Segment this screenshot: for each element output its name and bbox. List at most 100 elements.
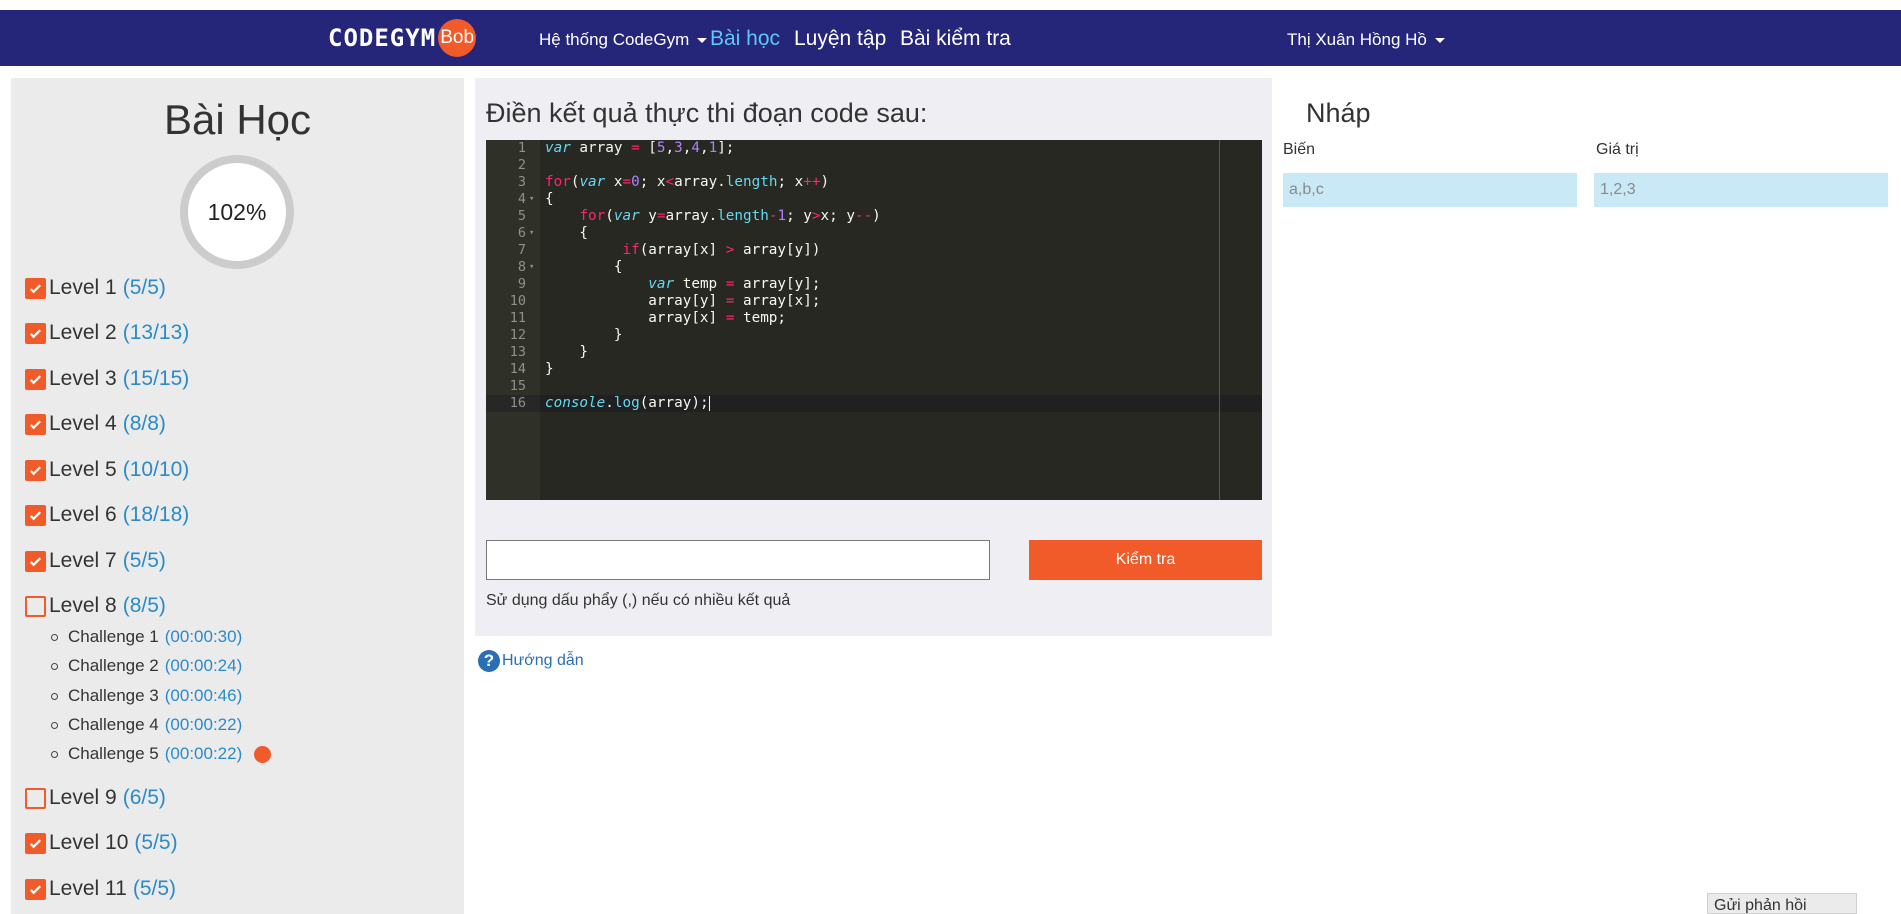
level-label: Level 10 — [49, 831, 129, 854]
code-line: { — [545, 191, 554, 207]
nav-tests[interactable]: Bài kiểm tra — [900, 27, 1011, 51]
checkbox-checked-icon[interactable] — [25, 459, 46, 481]
checkbox-checked-icon[interactable] — [25, 504, 46, 526]
checkbox-checked-icon[interactable] — [25, 368, 46, 390]
fold-arrow-icon[interactable]: ▾ — [529, 191, 534, 208]
code-line: var temp = array[y]; — [648, 276, 821, 292]
level-label: Level 7 — [49, 549, 117, 572]
level-count: (10/10) — [122, 458, 190, 481]
level-count: (8/5) — [122, 594, 166, 617]
level-count: (18/18) — [122, 503, 190, 526]
level-item[interactable]: Level 10 (5/5) — [25, 829, 178, 857]
code-line: } — [545, 344, 589, 360]
checkbox-checked-icon[interactable] — [25, 832, 46, 854]
line-number: 12 — [509, 327, 526, 343]
level-item[interactable]: Level 5 (10/10) — [25, 456, 189, 484]
level-item[interactable]: Level 6 (18/18) — [25, 501, 189, 529]
level-item[interactable]: Level 9 (6/5) — [25, 784, 166, 812]
level-item[interactable]: Level 4 (8/8) — [25, 410, 166, 438]
line-number: 15 — [509, 378, 526, 394]
checkbox-checked-icon[interactable] — [25, 322, 46, 344]
challenge-item-current[interactable]: Challenge 5 (00:00:22) — [51, 744, 272, 764]
line-number: 4 — [517, 191, 526, 207]
chevron-down-icon — [696, 38, 707, 44]
text-cursor — [708, 395, 710, 411]
checkbox-unchecked-icon[interactable] — [25, 595, 46, 617]
bullet-icon — [51, 662, 58, 670]
bullet-icon — [51, 750, 58, 758]
level-item[interactable]: Level 7 (5/5) — [25, 547, 166, 575]
checkbox-checked-icon[interactable] — [25, 277, 46, 299]
code-line: } — [545, 361, 554, 377]
level-count: (8/8) — [122, 412, 166, 435]
line-number: 16 — [509, 395, 526, 411]
line-number: 8 — [517, 259, 526, 275]
code-line: console.log(array); — [545, 395, 710, 411]
level-label: Level 3 — [49, 367, 117, 390]
logo-badge: Bob — [438, 19, 477, 57]
nav-lessons[interactable]: Bài học — [710, 27, 780, 51]
codegym-logo[interactable]: CODEGYM Bob — [328, 19, 477, 57]
draft-title: Nháp — [1306, 98, 1371, 128]
help-icon: ? — [478, 650, 500, 672]
navbar: CODEGYM Bob Hệ thống CodeGym Bài học Luy… — [0, 10, 1901, 66]
line-number: 14 — [509, 361, 526, 377]
level-item[interactable]: Level 11 (5/5) — [25, 875, 176, 903]
draft-value-input[interactable] — [1594, 173, 1888, 207]
bullet-icon — [51, 721, 58, 729]
checkbox-checked-icon[interactable] — [25, 550, 46, 572]
fold-arrow-icon[interactable]: ▾ — [529, 259, 534, 276]
challenge-item[interactable]: Challenge 4 (00:00:22) — [51, 715, 242, 735]
lessons-title: Bài Học — [163, 96, 312, 143]
level-count: (5/5) — [134, 831, 178, 854]
user-name: Thị Xuân Hồng Hồ — [1287, 30, 1427, 49]
line-number: 13 — [509, 344, 526, 360]
nav-practice[interactable]: Luyện tập — [794, 27, 886, 51]
checkbox-unchecked-icon[interactable] — [25, 787, 46, 809]
challenge-item[interactable]: Challenge 2 (00:00:24) — [51, 656, 242, 676]
challenge-label: Challenge 2 — [68, 656, 159, 675]
challenge-time: (00:00:24) — [164, 656, 243, 675]
top-strip — [0, 0, 1901, 10]
level-label: Level 8 — [49, 594, 117, 617]
level-item[interactable]: Level 1 (5/5) — [25, 274, 166, 302]
exercise-title: Điền kết quả thực thi đoạn code sau: — [486, 98, 928, 128]
current-indicator-dot — [254, 745, 272, 763]
feedback-button[interactable]: Gửi phản hồi — [1707, 893, 1857, 914]
challenge-item[interactable]: Challenge 3 (00:00:46) — [51, 686, 242, 706]
checkbox-checked-icon[interactable] — [25, 413, 46, 435]
challenge-label: Challenge 4 — [68, 715, 159, 734]
lessons-panel: Bài Học 102% Level 1 (5/5) Level 2 (13/1… — [11, 78, 464, 914]
level-label: Level 6 — [49, 503, 117, 526]
level-count: (15/15) — [122, 367, 190, 390]
level-label: Level 9 — [49, 786, 117, 809]
guide-label: Hướng dẫn — [502, 652, 584, 669]
check-button[interactable]: Kiểm tra — [1029, 540, 1262, 580]
user-menu[interactable]: Thị Xuân Hồng Hồ — [1287, 30, 1445, 50]
answer-input[interactable] — [486, 540, 990, 580]
draft-variable-input[interactable] — [1283, 173, 1577, 207]
checkbox-checked-icon[interactable] — [25, 878, 46, 900]
code-line: if(array[x] > array[y]) — [622, 242, 821, 258]
level-item[interactable]: Level 2 (13/13) — [25, 319, 189, 347]
level-item[interactable]: Level 3 (15/15) — [25, 365, 189, 393]
level-item[interactable]: Level 8 (8/5) — [25, 592, 166, 620]
challenge-label: Challenge 3 — [68, 686, 159, 705]
code-editor[interactable]: 1 2 3 4 5 6 7 8 9 10 11 12 13 14 15 16 ▾… — [486, 140, 1262, 500]
level-count: (13/13) — [122, 321, 190, 344]
line-number: 6 — [517, 225, 526, 241]
challenge-label: Challenge 1 — [68, 627, 159, 646]
nav-system-dropdown[interactable]: Hệ thống CodeGym — [539, 30, 707, 50]
code-line: array[x] = temp; — [545, 310, 787, 326]
code-line: } — [545, 327, 623, 343]
line-number: 10 — [509, 293, 526, 309]
bullet-icon — [51, 692, 58, 700]
line-number: 11 — [509, 310, 526, 326]
level-label: Level 2 — [49, 321, 117, 344]
challenge-time: (00:00:46) — [164, 686, 243, 705]
chevron-down-icon — [1434, 38, 1445, 44]
level-label: Level 5 — [49, 458, 117, 481]
guide-link[interactable]: ? Hướng dẫn — [478, 650, 584, 672]
challenge-item[interactable]: Challenge 1 (00:00:30) — [51, 627, 242, 647]
fold-arrow-icon[interactable]: ▾ — [529, 225, 534, 242]
